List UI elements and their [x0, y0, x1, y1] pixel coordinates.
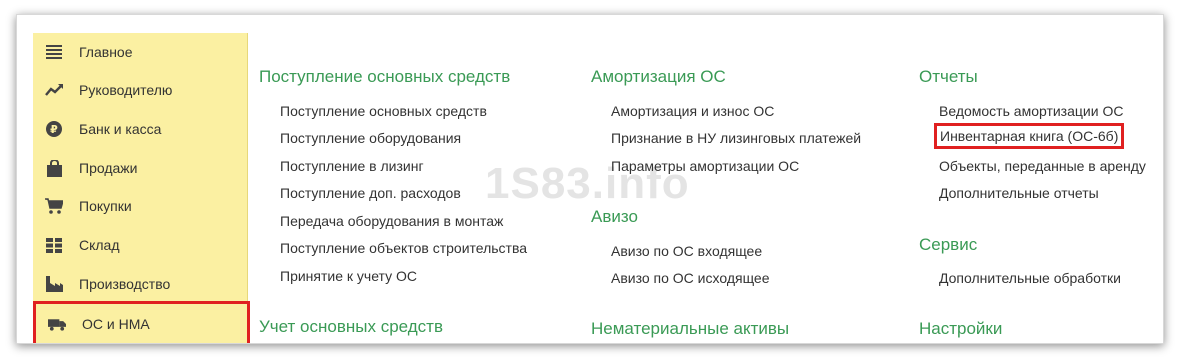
section-title-postuplenie: Поступление основных средств: [259, 67, 511, 86]
link-postuplenie-v-lizing[interactable]: Поступление в лизинг: [280, 158, 424, 174]
sidebar-item-main[interactable]: Главное: [33, 33, 247, 71]
sidebar-item-label: Банк и касса: [79, 121, 162, 137]
link-obekty-v-arendu[interactable]: Объекты, переданные в аренду: [939, 158, 1146, 174]
link-amortizaciya-iznos[interactable]: Амортизация и износ ОС: [611, 103, 774, 119]
sidebar-item-production[interactable]: Производство: [33, 265, 247, 303]
sidebar: Главное Руководителю ₽ Банк и касса Прод…: [33, 33, 250, 343]
section-title-amortizaciya: Амортизация ОС: [591, 67, 726, 86]
section-title-nastroyki: Настройки: [919, 319, 1003, 338]
svg-text:₽: ₽: [50, 123, 58, 136]
trend-icon: [45, 81, 63, 99]
sidebar-item-os-nma[interactable]: ОС и НМА: [33, 301, 250, 343]
truck-icon: [48, 315, 66, 333]
warehouse-grid-icon: [45, 236, 63, 254]
link-postuplenie-dop-rashodov[interactable]: Поступление доп. расходов: [280, 185, 461, 201]
sidebar-item-label: Покупки: [79, 198, 132, 214]
sidebar-item-label: Производство: [79, 276, 171, 292]
sidebar-item-label: ОС и НМА: [82, 316, 150, 332]
link-avizo-ishodyashchee[interactable]: Авизо по ОС исходящее: [611, 270, 770, 286]
ruble-coin-icon: ₽: [45, 120, 63, 138]
link-avizo-vhodyashchee[interactable]: Авизо по ОС входящее: [611, 243, 762, 259]
sidebar-item-label: Склад: [79, 237, 120, 253]
link-postuplenie-oborudovaniya[interactable]: Поступление оборудования: [280, 130, 461, 146]
link-postuplenie-os[interactable]: Поступление основных средств: [280, 103, 487, 119]
sidebar-item-purchases[interactable]: Покупки: [33, 187, 247, 225]
sidebar-item-warehouse[interactable]: Склад: [33, 226, 247, 264]
section-title-nma: Нематериальные активы: [591, 319, 790, 338]
sidebar-item-sales[interactable]: Продажи: [33, 149, 247, 187]
link-prinyatie-k-uchetu[interactable]: Принятие к учету ОС: [280, 268, 417, 284]
link-parametry-amortizacii[interactable]: Параметры амортизации ОС: [611, 158, 799, 174]
shopping-cart-icon: [45, 197, 63, 215]
shopping-bag-icon: [45, 159, 63, 177]
link-vedomost-amortizacii[interactable]: Ведомость амортизации ОС: [939, 103, 1123, 119]
sidebar-item-label: Главное: [79, 44, 133, 60]
sidebar-item-manager[interactable]: Руководителю: [33, 71, 247, 109]
section-title-avizo: Авизо: [591, 207, 638, 226]
factory-icon: [45, 275, 63, 293]
section-title-uchet: Учет основных средств: [259, 317, 443, 336]
link-priznanie-nu-lizing[interactable]: Признание в НУ лизинговых платежей: [611, 130, 861, 146]
section-title-otchety: Отчеты: [919, 67, 978, 86]
link-dop-otchety[interactable]: Дополнительные отчеты: [939, 185, 1099, 201]
app-window: Главное Руководителю ₽ Банк и касса Прод…: [16, 14, 1164, 344]
link-dop-obrabotki[interactable]: Дополнительные обработки: [939, 270, 1121, 286]
sidebar-item-bank[interactable]: ₽ Банк и касса: [33, 110, 247, 148]
link-postuplenie-stroitelstva[interactable]: Поступление объектов строительства: [280, 240, 527, 256]
link-inventarnaya-kniga[interactable]: Инвентарная книга (ОС-6б): [933, 123, 1125, 149]
menu-icon: [45, 43, 63, 61]
section-title-servis: Сервис: [919, 235, 978, 254]
link-peredacha-v-montazh[interactable]: Передача оборудования в монтаж: [280, 213, 503, 229]
sidebar-item-label: Продажи: [79, 160, 138, 176]
sidebar-item-label: Руководителю: [79, 82, 173, 98]
